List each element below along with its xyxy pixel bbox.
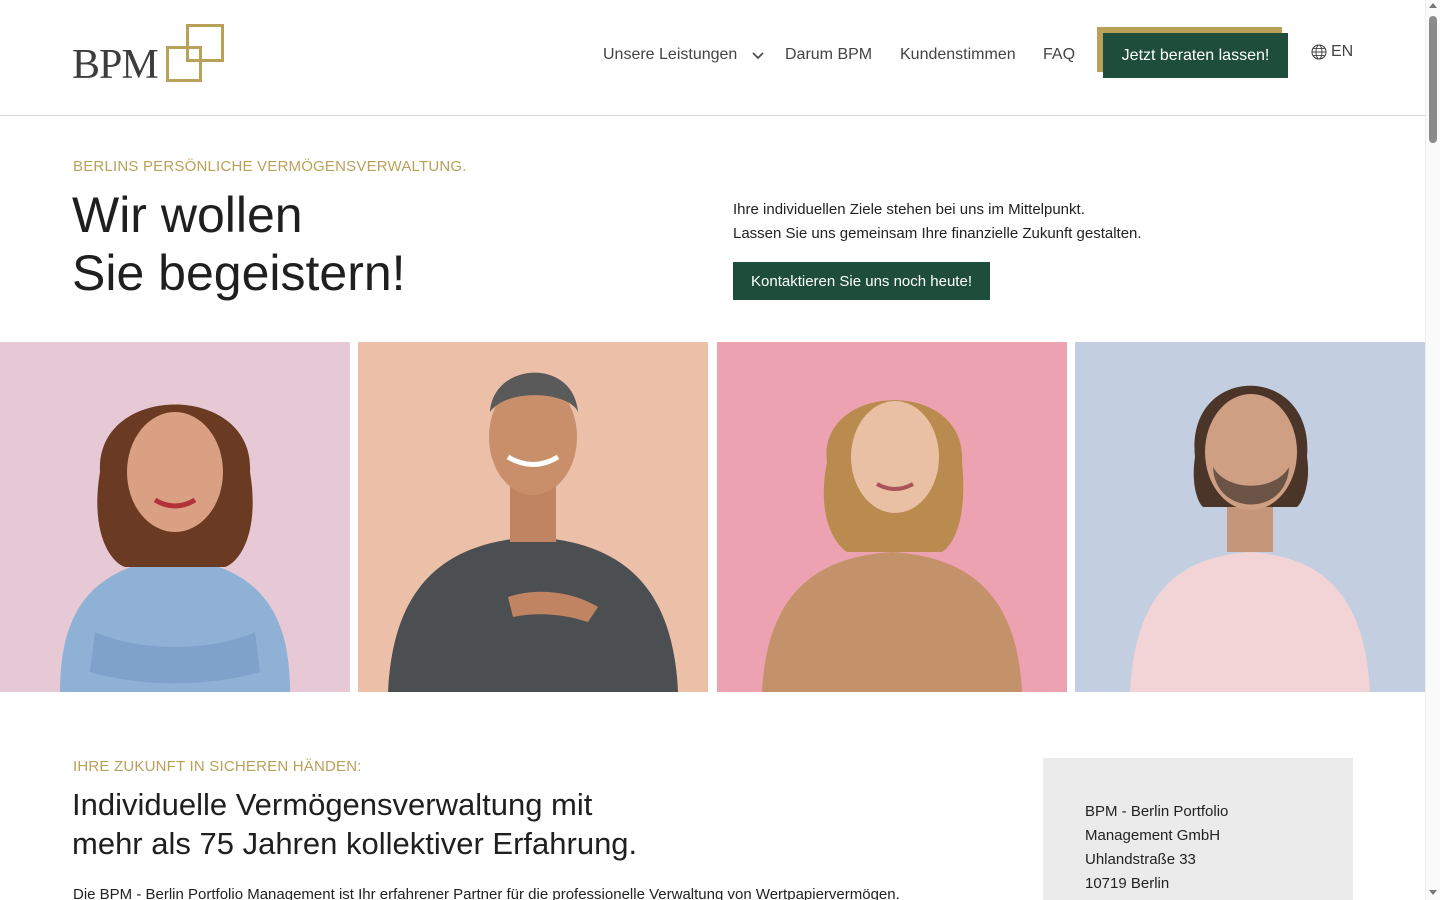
section-intro-text: Die BPM - Berlin Portfolio Management is…	[73, 886, 900, 900]
hero-title-line2: Sie begeistern!	[72, 245, 406, 301]
globe-icon	[1311, 44, 1327, 60]
address-line4: 10719 Berlin	[1085, 875, 1170, 892]
portrait-photo-woman-blonde	[717, 342, 1067, 692]
address-text: BPM - Berlin Portfolio Management GmbH U…	[1085, 800, 1228, 896]
scrollbar-thumb[interactable]	[1429, 16, 1437, 143]
hero-text-line2: Lassen Sie uns gemeinsam Ihre finanziell…	[733, 225, 1142, 242]
portrait-photo-man-beard	[1075, 342, 1425, 692]
nav-leistungen-label: Unsere Leistungen	[603, 46, 738, 63]
address-line3: Uhlandstraße 33	[1085, 851, 1196, 868]
scroll-down-arrow-icon[interactable]	[1429, 890, 1437, 895]
portrait-photo-woman-curly-hair	[0, 342, 350, 692]
hero-eyebrow: BERLINS PERSÖNLICHE VERMÖGENSVERWALTUNG.	[73, 158, 467, 175]
scroll-up-arrow-icon[interactable]	[1429, 3, 1437, 8]
chevron-down-icon	[752, 52, 764, 60]
section-eyebrow: IHRE ZUKUNFT IN SICHEREN HÄNDEN:	[73, 758, 362, 775]
nav-item-darum-bpm[interactable]: Darum BPM	[785, 44, 872, 66]
nav-item-kundenstimmen[interactable]: Kundenstimmen	[900, 44, 1016, 66]
section-title-line2: mehr als 75 Jahren kollektiver Erfahrung…	[72, 826, 638, 861]
section-title: Individuelle Vermögensverwaltung mit meh…	[72, 785, 637, 863]
address-line2: Management GmbH	[1085, 827, 1221, 844]
hero-description: Ihre individuellen Ziele stehen bei uns …	[733, 198, 1142, 246]
logo-text: BPM	[72, 42, 159, 88]
consultation-button[interactable]: Jetzt beraten lassen!	[1103, 33, 1288, 78]
hero-text-line1: Ihre individuellen Ziele stehen bei uns …	[733, 201, 1085, 218]
logo-square-front	[166, 46, 202, 82]
bpm-logo[interactable]: BPM	[72, 24, 226, 86]
hero-title: Wir wollen Sie begeistern!	[72, 186, 406, 302]
site-header: BPM Unsere Leistungen Darum BPM Kundenst…	[0, 0, 1425, 116]
address-card: BPM - Berlin Portfolio Management GmbH U…	[1043, 758, 1353, 900]
page-scrollbar[interactable]	[1425, 0, 1440, 900]
language-label: EN	[1331, 43, 1354, 60]
section-title-line1: Individuelle Vermögensverwaltung mit	[72, 787, 593, 822]
language-switch[interactable]: EN	[1311, 43, 1353, 61]
contact-button[interactable]: Kontaktieren Sie uns noch heute!	[733, 262, 990, 300]
portrait-photo-man-grey-sweater	[358, 342, 708, 692]
hero-title-line1: Wir wollen	[72, 187, 303, 243]
nav-item-leistungen[interactable]: Unsere Leistungen	[603, 44, 767, 66]
nav-item-faq[interactable]: FAQ	[1043, 44, 1075, 66]
address-line1: BPM - Berlin Portfolio	[1085, 803, 1229, 820]
